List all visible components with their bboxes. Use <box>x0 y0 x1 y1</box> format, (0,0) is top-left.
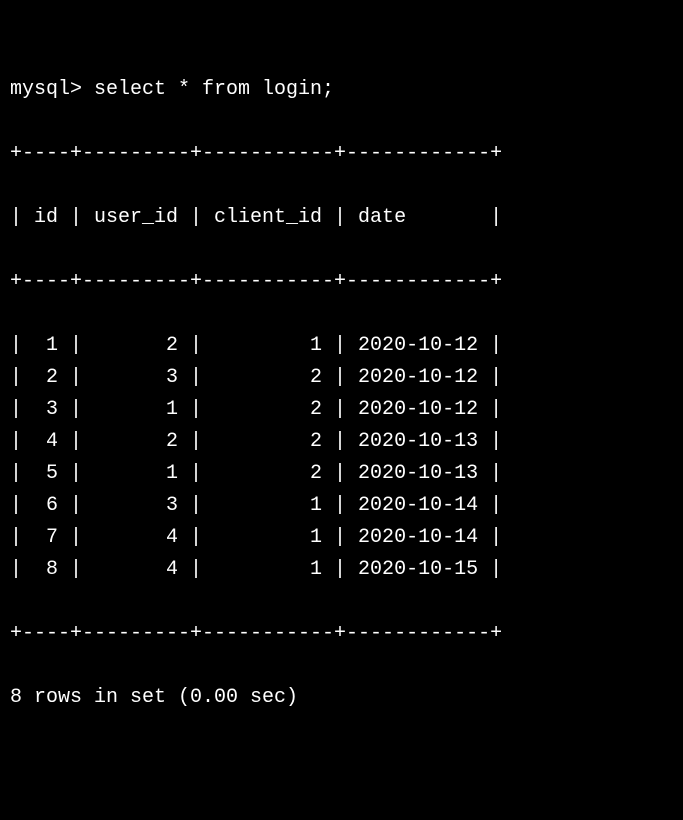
table-row: | 4 | 2 | 2 | 2020-10-13 | <box>10 426 673 458</box>
table-row: | 8 | 4 | 1 | 2020-10-15 | <box>10 554 673 586</box>
table-body: | 1 | 2 | 1 | 2020-10-12 || 2 | 3 | 2 | … <box>10 330 673 586</box>
table-header-divider: +----+---------+-----------+------------… <box>10 266 673 298</box>
sql-query-text: select * from login; <box>94 78 334 101</box>
mysql-prompt: mysql> <box>10 78 94 101</box>
table-row: | 5 | 1 | 2 | 2020-10-13 | <box>10 458 673 490</box>
result-summary: 8 rows in set (0.00 sec) <box>10 682 673 714</box>
table-header-row: | id | user_id | client_id | date | <box>10 202 673 234</box>
table-row: | 7 | 4 | 1 | 2020-10-14 | <box>10 522 673 554</box>
table-bottom-divider: +----+---------+-----------+------------… <box>10 618 673 650</box>
table-top-divider: +----+---------+-----------+------------… <box>10 138 673 170</box>
table-row: | 1 | 2 | 1 | 2020-10-12 | <box>10 330 673 362</box>
table-row: | 6 | 3 | 1 | 2020-10-14 | <box>10 490 673 522</box>
table-row: | 2 | 3 | 2 | 2020-10-12 | <box>10 362 673 394</box>
mysql-prompt-line[interactable]: mysql> select * from login; <box>10 74 673 106</box>
table-row: | 3 | 1 | 2 | 2020-10-12 | <box>10 394 673 426</box>
